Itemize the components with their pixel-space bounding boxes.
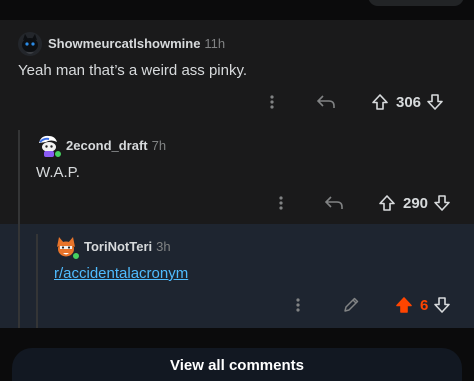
comment: Showmeurcatlshowmine 11h Yeah man that’s … [0, 20, 474, 124]
online-indicator [54, 150, 62, 158]
avatar[interactable] [54, 235, 80, 260]
comment-body: Yeah man that’s a weird ass pinky. [18, 62, 248, 79]
thread-line[interactable] [36, 234, 38, 328]
avatar[interactable] [18, 32, 42, 56]
timestamp: 3h [156, 239, 171, 254]
comment-body: W.A.P. [36, 164, 80, 181]
downvote-icon[interactable] [432, 194, 452, 212]
comment: 2econd_draft 7h W.A.P. 290 [0, 124, 474, 224]
more-icon[interactable] [271, 196, 291, 210]
thread-line[interactable] [18, 130, 20, 224]
upvote-icon[interactable] [377, 194, 397, 212]
score: 6 [420, 296, 429, 314]
view-all-comments-button[interactable]: View all comments [12, 348, 462, 381]
reply-icon[interactable] [316, 95, 336, 109]
timestamp: 7h [151, 138, 167, 153]
subreddit-link[interactable]: r/accidentalacronym [54, 265, 188, 282]
comment-actions: 6 [288, 293, 452, 317]
comment-meta: ToriNotTeri 3h [84, 239, 171, 254]
edit-icon[interactable] [341, 296, 361, 314]
comment-meta: 2econd_draft 7h [66, 138, 166, 153]
top-pill[interactable] [368, 0, 464, 6]
more-icon[interactable] [288, 298, 308, 312]
score: 306 [396, 93, 422, 111]
cat-avatar-icon [18, 32, 42, 56]
username[interactable]: Showmeurcatlshowmine [48, 36, 200, 51]
footer: View all comments [0, 328, 474, 381]
thread-line[interactable] [18, 224, 20, 328]
timestamp: 11h [204, 36, 226, 51]
username[interactable]: ToriNotTeri [84, 239, 152, 254]
avatar[interactable] [36, 133, 62, 158]
downvote-icon[interactable] [432, 296, 452, 314]
comment-meta: Showmeurcatlshowmine 11h [48, 36, 225, 51]
upvote-icon[interactable] [370, 93, 390, 111]
score: 290 [403, 194, 429, 212]
comment-highlighted: ToriNotTeri 3h r/accidentalacronym 6 [0, 224, 474, 328]
comment-actions: 306 [262, 90, 445, 114]
online-indicator [72, 252, 80, 260]
downvote-icon[interactable] [425, 93, 445, 111]
more-icon[interactable] [262, 95, 282, 109]
upvote-icon[interactable] [394, 296, 414, 314]
comment-actions: 290 [271, 191, 452, 215]
reply-icon[interactable] [324, 196, 344, 210]
username[interactable]: 2econd_draft [66, 138, 148, 153]
top-bar [0, 0, 474, 20]
